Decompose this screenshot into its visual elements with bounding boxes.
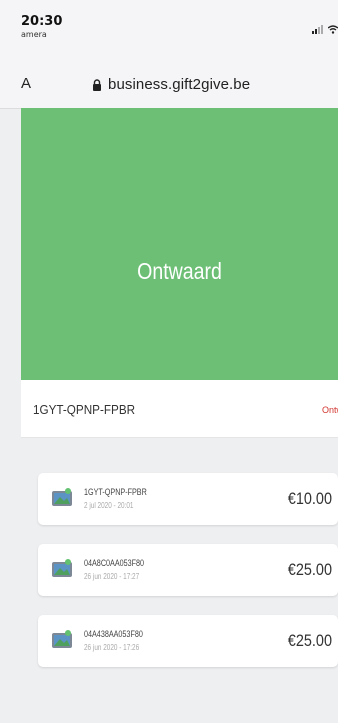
list-item[interactable]: 04A438AA053F80 26 jun 2020 - 17:26 €25.0… xyxy=(38,615,338,667)
lock-icon xyxy=(93,78,101,91)
gift-card-thumbnail-icon xyxy=(52,630,72,648)
status-icons xyxy=(312,22,338,34)
list-item[interactable]: 04A8C0AA053F80 26 jun 2020 - 17:27 €25.0… xyxy=(38,544,338,596)
transaction-amount: €25.00 xyxy=(287,560,332,579)
signal-icon xyxy=(312,25,323,34)
back-to-app-label[interactable]: amera xyxy=(21,30,47,39)
url-field[interactable]: business.gift2give.be xyxy=(92,76,250,93)
transaction-date: 26 jun 2020 - 17:26 xyxy=(84,643,140,652)
card-header: 1GYT-QPNP-FPBR Ontwaard xyxy=(21,380,338,438)
url-text: business.gift2give.be xyxy=(108,76,251,93)
transaction-date: 26 jun 2020 - 17:27 xyxy=(84,572,140,581)
hero-title: Ontwaard xyxy=(137,258,222,284)
list-item[interactable]: 1GYT-QPNP-FPBR 2 jul 2020 - 20:01 €10.00 xyxy=(38,473,338,525)
transaction-code: 1GYT-QPNP-FPBR xyxy=(84,487,147,497)
transaction-code: 04A438AA053F80 xyxy=(84,629,143,639)
browser-address-bar: A business.gift2give.be xyxy=(0,56,338,109)
wifi-icon xyxy=(328,25,338,34)
gift-card-thumbnail-icon xyxy=(52,488,72,506)
transaction-list: 1GYT-QPNP-FPBR 2 jul 2020 - 20:01 €10.00… xyxy=(21,450,338,723)
status-time: 20:30 xyxy=(21,14,63,29)
gift-card-thumbnail-icon xyxy=(52,559,72,577)
card-status-badge: Ontwaard xyxy=(322,405,338,415)
transaction-amount: €25.00 xyxy=(287,631,332,650)
card-code: 1GYT-QPNP-FPBR xyxy=(33,402,136,417)
transaction-date: 2 jul 2020 - 20:01 xyxy=(84,501,134,510)
status-hero-banner: Ontwaard xyxy=(21,108,338,380)
transaction-code: 04A8C0AA053F80 xyxy=(84,558,145,568)
status-bar: 20:30 amera xyxy=(0,0,338,56)
transaction-amount: €10.00 xyxy=(287,489,332,508)
text-size-button[interactable]: A xyxy=(21,75,31,92)
